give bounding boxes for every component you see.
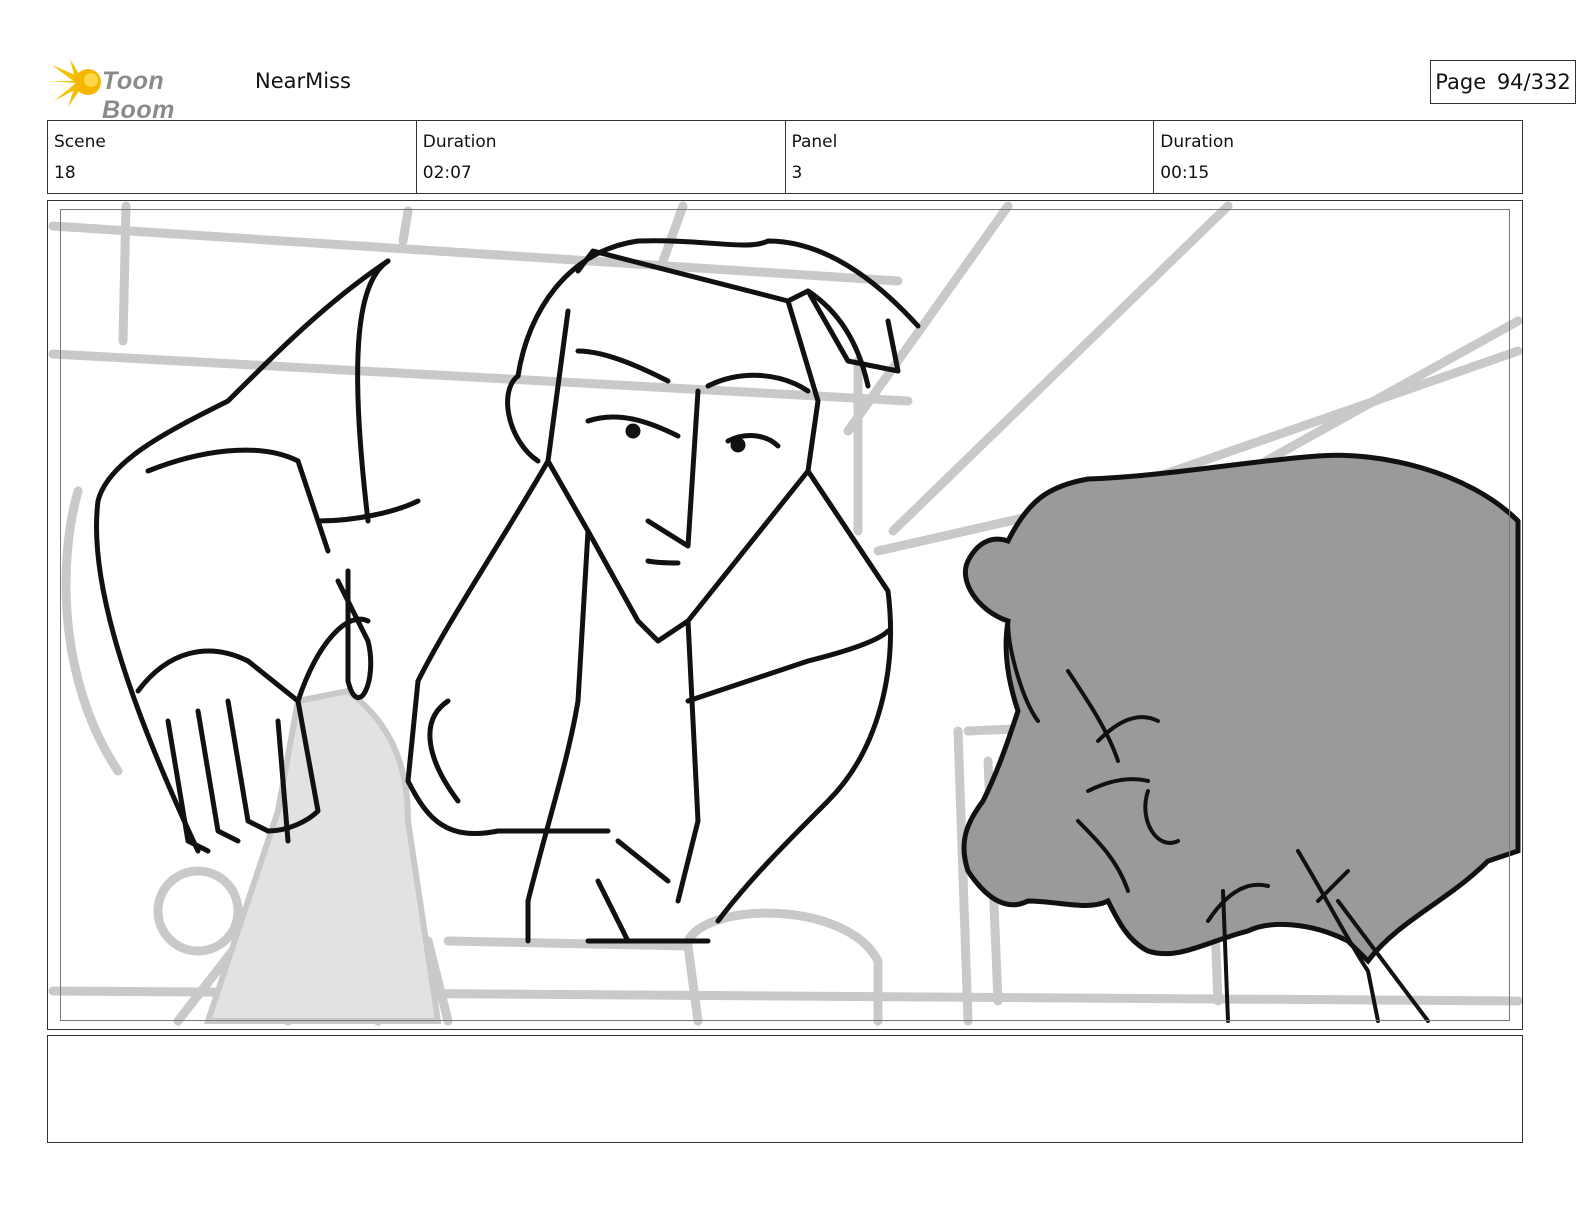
scene-duration-label: Duration xyxy=(422,132,497,152)
panel-notes-area xyxy=(47,1035,1523,1143)
storyboard-header: Toon Boom NearMiss Page 94/332 xyxy=(50,55,1576,124)
toon-boom-logo: Toon Boom xyxy=(50,57,240,124)
panel-duration-label: Duration xyxy=(1160,132,1235,152)
panel-duration-value: 00:15 xyxy=(1160,163,1210,183)
panel-value: 3 xyxy=(791,163,803,183)
storyboard-panel-image xyxy=(47,200,1523,1030)
scene-duration-value: 02:07 xyxy=(422,163,472,183)
scene-cell: Scene 18 xyxy=(48,121,417,193)
logo-text: Toon Boom xyxy=(102,67,175,124)
page-number: 94/332 xyxy=(1496,70,1571,94)
page-indicator: Page 94/332 xyxy=(1430,60,1576,104)
scene-duration-cell: Duration 02:07 xyxy=(417,121,786,193)
panel-duration-cell: Duration 00:15 xyxy=(1154,121,1522,193)
panel-info-table: Scene 18 Duration 02:07 Panel 3 Duration… xyxy=(47,120,1523,194)
panel-cell: Panel 3 xyxy=(786,121,1155,193)
camera-frame xyxy=(60,209,1510,1021)
page-label: Page xyxy=(1435,70,1487,94)
panel-label: Panel xyxy=(791,132,838,152)
scene-value: 18 xyxy=(54,163,76,183)
starburst-logo-icon xyxy=(50,59,101,107)
scene-label: Scene xyxy=(54,132,106,152)
project-title: NearMiss xyxy=(255,69,351,93)
